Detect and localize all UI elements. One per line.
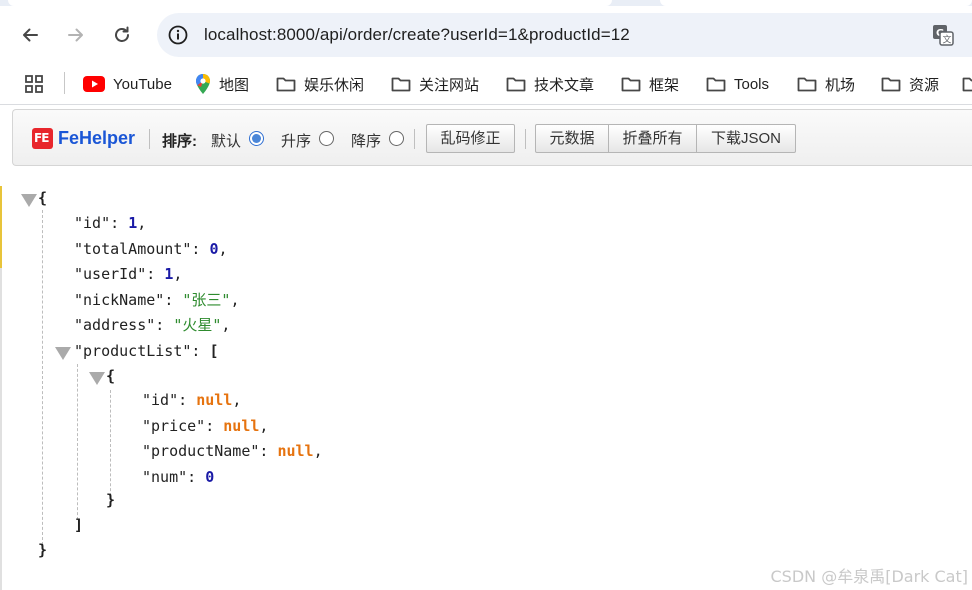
sort-default-label[interactable]: 默认 — [211, 130, 241, 151]
bookmark-folder-followed-sites[interactable]: 关注网站 — [391, 72, 479, 96]
bookmark-maps[interactable]: 地图 — [195, 72, 249, 96]
indent-guide — [77, 364, 78, 520]
bookmark-folder-tech-articles[interactable]: 技术文章 — [506, 72, 594, 96]
back-button[interactable] — [15, 20, 45, 50]
sort-descending-radio[interactable] — [389, 131, 404, 146]
bookmark-folder-resources[interactable]: 资源 — [881, 72, 939, 96]
folder-icon — [881, 77, 901, 92]
address-bar[interactable]: localhost:8000/api/order/create?userId=1… — [157, 13, 972, 57]
sort-ascending-label[interactable]: 升序 — [281, 130, 311, 151]
json-field-user-id[interactable]: "userId": 1, — [74, 263, 182, 285]
toolbar-separator — [414, 129, 415, 149]
url-text[interactable]: localhost:8000/api/order/create?userId=1… — [204, 25, 630, 45]
inactive-tab-edge[interactable] — [660, 0, 972, 6]
bookmark-folder-airport[interactable]: 机场 — [797, 72, 855, 96]
bookmark-label: YouTube — [113, 75, 172, 93]
browser-toolbar: localhost:8000/api/order/create?userId=1… — [0, 0, 972, 66]
forward-button[interactable] — [61, 20, 91, 50]
sort-default-radio[interactable] — [249, 131, 264, 146]
youtube-icon — [83, 76, 105, 92]
reload-icon — [115, 26, 129, 42]
apps-grid-icon — [25, 75, 43, 93]
folder-icon — [706, 77, 726, 92]
fehelper-brand[interactable]: FeHelper — [58, 128, 135, 149]
folder-icon — [797, 77, 817, 92]
json-item-open-brace: { — [106, 367, 116, 385]
json-field-product-list[interactable]: "productList": [ — [74, 340, 219, 362]
bookmark-label: Tools — [734, 75, 770, 93]
arrow-left-icon — [23, 28, 38, 42]
indent-guide — [42, 210, 43, 545]
json-viewer: { "id": 1, "totalAmount": 0, "userId": 1… — [0, 170, 972, 590]
download-json-button[interactable]: 下载JSON — [697, 124, 796, 153]
json-field-id[interactable]: "id": 1, — [74, 212, 146, 234]
active-tab-edge[interactable] — [8, 0, 612, 6]
toolbar-separator — [149, 129, 150, 149]
collapse-all-button[interactable]: 折叠所有 — [609, 124, 697, 153]
json-item-field-price[interactable]: "price": null, — [142, 415, 268, 437]
json-item-field-num[interactable]: "num": 0 — [142, 466, 214, 488]
json-item-field-id[interactable]: "id": null, — [142, 389, 241, 411]
bookmark-label: 娱乐休闲 — [304, 76, 365, 94]
bookmark-folder-frameworks[interactable]: 框架 — [621, 72, 679, 96]
json-open-brace: { — [38, 189, 48, 207]
tab-strip — [0, 0, 972, 6]
fehelper-logo: FE — [32, 128, 53, 149]
json-field-address[interactable]: "address": "火星", — [74, 314, 230, 336]
maps-pin-icon — [196, 74, 210, 94]
svg-text:文: 文 — [943, 34, 952, 46]
bookmark-label: 技术文章 — [534, 76, 595, 94]
bookmark-folder-overflow[interactable] — [962, 72, 972, 96]
folder-icon — [962, 77, 972, 92]
bookmark-folder-tools[interactable]: Tools — [706, 72, 769, 96]
json-item-field-product-name[interactable]: "productName": null, — [142, 440, 323, 462]
bookmarks-separator — [64, 72, 65, 94]
collapse-toggle-icon[interactable] — [89, 372, 105, 385]
sort-label: 排序: — [162, 133, 197, 150]
bookmark-label: 机场 — [825, 76, 856, 94]
json-list-close-bracket: ] — [74, 516, 84, 534]
bookmark-label: 框架 — [649, 76, 680, 94]
fehelper-toolbar: FE FeHelper 排序: 默认 升序 降序 乱码修正 元数据 折叠所有 下… — [12, 109, 972, 166]
sort-ascending-radio[interactable] — [319, 131, 334, 146]
metadata-button[interactable]: 元数据 — [535, 124, 609, 153]
indent-guide — [110, 390, 111, 496]
folder-icon — [506, 77, 526, 92]
toolbar-separator — [525, 129, 526, 149]
json-item-close-brace: } — [106, 491, 116, 509]
csdn-watermark: CSDN @牟泉禹[Dark Cat] — [770, 567, 969, 586]
json-field-total-amount[interactable]: "totalAmount": 0, — [74, 238, 228, 260]
folder-icon — [276, 77, 296, 92]
bookmark-youtube[interactable]: YouTube — [83, 72, 172, 96]
arrow-right-icon — [68, 28, 83, 42]
bookmark-folder-entertainment[interactable]: 娱乐休闲 — [276, 72, 364, 96]
bookmarks-bar: YouTube 地图 娱乐休闲 关注网站 技术文章 框架 Tools 机场 资源 — [0, 66, 972, 104]
fix-encoding-button[interactable]: 乱码修正 — [426, 124, 515, 153]
apps-button[interactable] — [24, 72, 52, 96]
translate-icon[interactable]: G 文 — [931, 23, 955, 47]
bookmark-label: 关注网站 — [419, 76, 480, 94]
sort-descending-label[interactable]: 降序 — [351, 130, 381, 151]
json-close-brace: } — [38, 541, 48, 559]
collapse-toggle-icon[interactable] — [55, 347, 71, 360]
reload-button[interactable] — [107, 20, 137, 50]
folder-icon — [621, 77, 641, 92]
toolbar-divider — [0, 104, 972, 105]
bookmark-label: 资源 — [909, 76, 940, 94]
bookmark-label: 地图 — [219, 76, 250, 94]
folder-icon — [391, 77, 411, 92]
collapse-toggle-icon[interactable] — [21, 194, 37, 207]
site-info-icon[interactable] — [167, 24, 189, 46]
json-field-nickname[interactable]: "nickName": "张三", — [74, 289, 239, 311]
